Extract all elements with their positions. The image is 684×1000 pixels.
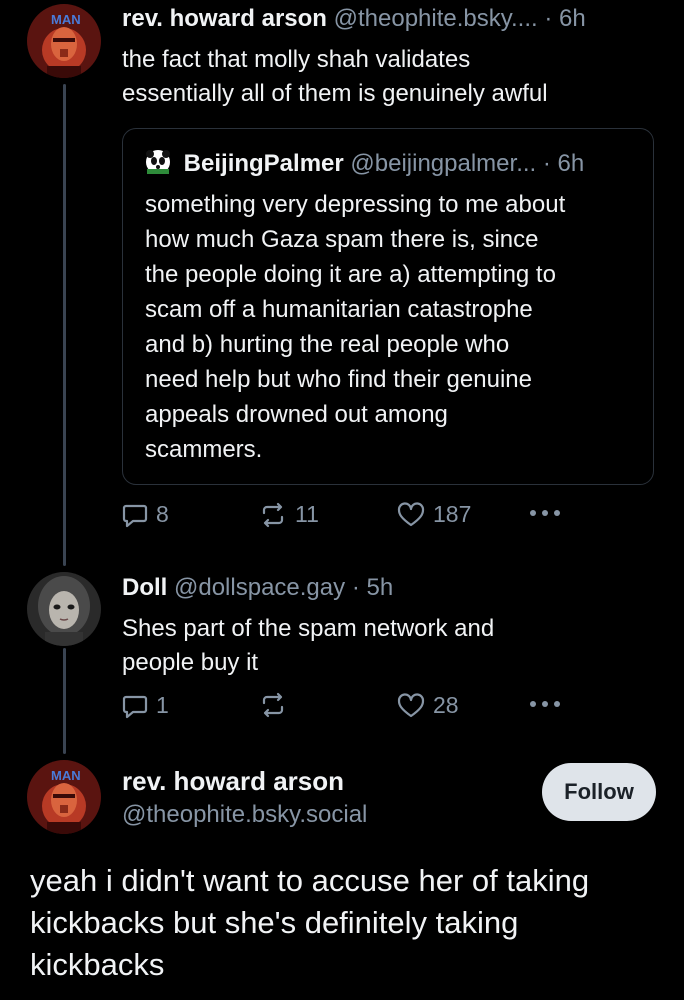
thread-line-2 xyxy=(63,648,66,754)
quote-time: · 6h xyxy=(542,150,585,177)
repost-button[interactable]: 11 xyxy=(259,501,319,528)
post-text: Shes part of the spam network and people… xyxy=(122,612,662,680)
repost-arrows-icon xyxy=(262,692,284,718)
thread-line-1 xyxy=(63,84,66,566)
heart-icon xyxy=(397,501,425,526)
quote-text-line: the people doing it are a) attempting to xyxy=(145,261,556,288)
avatar-label: MAN xyxy=(51,768,81,783)
like-count: 28 xyxy=(433,692,459,718)
quote-header: BeijingPalmer @beijingpalmer... · 6h xyxy=(145,149,584,183)
author-handle[interactable]: @theophite.bsky.social xyxy=(122,798,367,832)
quote-author-handle[interactable]: @beijingpalmer... xyxy=(350,150,536,177)
quote-text-line: and b) hurting the real people who xyxy=(145,331,510,358)
more-button[interactable] xyxy=(528,507,562,519)
post-time: · 5h xyxy=(351,574,394,601)
author-block: rev. howard arson @theophite.bsky.social xyxy=(122,764,367,832)
post-text-line: kickbacks but she's definitely taking xyxy=(30,905,519,940)
reply-count: 1 xyxy=(156,692,169,718)
repost-button[interactable] xyxy=(259,692,295,718)
like-count: 187 xyxy=(433,501,472,527)
quote-post[interactable]: BeijingPalmer @beijingpalmer... · 6h som… xyxy=(122,128,654,485)
post-text: the fact that molly shah validates essen… xyxy=(122,43,662,111)
post-actions: 1 28 xyxy=(122,692,662,728)
like-button[interactable]: 28 xyxy=(397,692,459,719)
reply-button[interactable]: 8 xyxy=(122,501,169,528)
quote-text-line: something very depressing to me about xyxy=(145,191,566,218)
more-dots-icon xyxy=(530,701,560,707)
quote-author-name[interactable]: BeijingPalmer xyxy=(184,150,344,177)
quote-text-line: need help but who find their genuine xyxy=(145,366,532,393)
post-header: Doll @dollspace.gay · 5h xyxy=(122,573,393,603)
author-handle[interactable]: @theophite.bsky.... xyxy=(334,5,538,32)
reply-bubble-icon xyxy=(122,504,148,527)
quote-text-line: scammers. xyxy=(145,436,263,463)
more-button[interactable] xyxy=(528,698,562,710)
reply-count: 8 xyxy=(156,501,169,527)
post-text-line: people buy it xyxy=(122,649,259,676)
quote-text: something very depressing to me about ho… xyxy=(145,187,645,467)
post-time: · 6h xyxy=(544,5,586,32)
author-name[interactable]: rev. howard arson xyxy=(122,5,327,32)
reply-button[interactable]: 1 xyxy=(122,692,169,719)
avatar[interactable]: MAN xyxy=(27,760,101,834)
author-handle[interactable]: @dollspace.gay xyxy=(174,574,345,601)
author-name[interactable]: Doll xyxy=(122,574,167,601)
post-text: yeah i didn't want to accuse her of taki… xyxy=(30,860,670,986)
quote-text-line: scam off a humanitarian catastrophe xyxy=(145,296,533,323)
post-text-line: essentially all of them is genuinely awf… xyxy=(122,80,548,107)
post-text-line: yeah i didn't want to accuse her of taki… xyxy=(30,863,590,898)
post-actions: 8 11 187 xyxy=(122,501,662,537)
panda-avatar-icon xyxy=(145,149,171,183)
like-button[interactable]: 187 xyxy=(397,501,471,528)
author-name[interactable]: rev. howard arson xyxy=(122,764,367,798)
repost-arrows-icon xyxy=(262,502,284,527)
quote-text-line: appeals drowned out among xyxy=(145,401,448,428)
more-dots-icon xyxy=(530,510,560,516)
heart-icon xyxy=(397,692,425,717)
reply-bubble-icon xyxy=(122,695,148,718)
post-header: rev. howard arson @theophite.bsky.... · … xyxy=(122,4,586,34)
post-text-line: Shes part of the spam network and xyxy=(122,615,495,642)
repost-count: 11 xyxy=(295,501,319,527)
post-text-line: the fact that molly shah validates xyxy=(122,46,471,73)
follow-button[interactable]: Follow xyxy=(542,763,656,821)
avatar-label: MAN xyxy=(51,12,81,27)
quote-text-line: how much Gaza spam there is, since xyxy=(145,226,539,253)
post-text-line: kickbacks xyxy=(30,947,165,982)
avatar[interactable] xyxy=(27,572,101,646)
avatar[interactable]: MAN xyxy=(27,4,101,78)
